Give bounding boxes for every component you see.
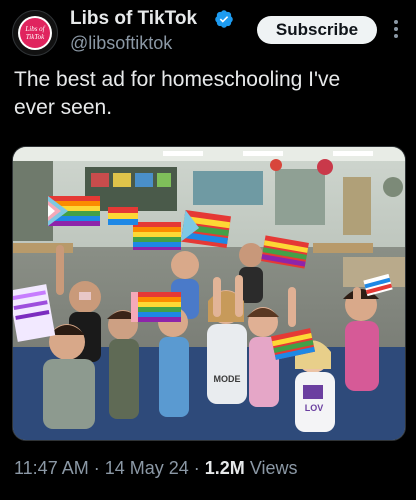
svg-text:MODE: MODE [214, 374, 241, 384]
avatar-logo: Libs of TikTok [13, 11, 57, 55]
views-count: 1.2M [204, 458, 245, 478]
avatar[interactable]: Libs of TikTok [12, 10, 58, 56]
svg-text:TikTok: TikTok [26, 33, 45, 41]
tweet-card: Libs of TikTok Libs of TikTok @libsoftik… [0, 0, 416, 500]
meta-separator: · [88, 458, 105, 478]
svg-text:Libs of: Libs of [24, 25, 45, 33]
flag-1 [48, 196, 100, 226]
subscribe-button[interactable]: Subscribe [257, 16, 377, 44]
tweet-text-line-2: ever seen. [14, 96, 113, 119]
tweet-time[interactable]: 11:47 AM [14, 458, 89, 478]
views-label: Views [244, 458, 298, 478]
display-name[interactable]: Libs of TikTok [70, 8, 197, 30]
more-vertical-icon[interactable] [389, 17, 403, 41]
svg-text:LOV: LOV [305, 403, 324, 413]
tweet-date[interactable]: 14 May 24 [105, 458, 189, 478]
handle[interactable]: @libsoftiktok [70, 33, 172, 54]
flag-2 [133, 222, 181, 250]
classroom-photo: MODE LOV [13, 147, 405, 440]
tweet-meta: 11:47 AM · 14 May 24 · 1.2M Views [14, 458, 298, 479]
flag-9 [108, 207, 138, 225]
meta-separator: · [188, 458, 205, 478]
flag-3 [180, 209, 232, 249]
verified-badge-icon [215, 10, 233, 28]
tweet-media-photo[interactable]: MODE LOV [12, 146, 406, 441]
flag-5 [131, 292, 181, 322]
tweet-text: The best ad for homeschooling I've ever … [14, 66, 406, 122]
tweet-text-line-1: The best ad for homeschooling I've [14, 68, 341, 91]
